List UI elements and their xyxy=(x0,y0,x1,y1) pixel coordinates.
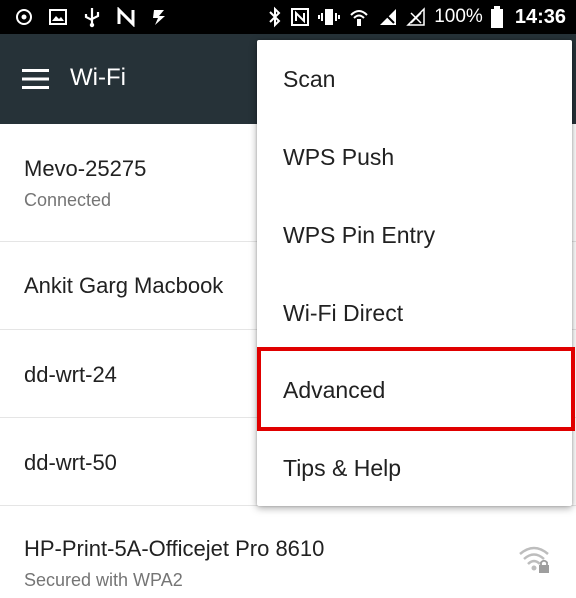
status-left-icons xyxy=(14,0,170,34)
status-right-icons: 100% 14:36 xyxy=(268,0,566,34)
hamburger-menu-icon[interactable] xyxy=(22,69,49,89)
signal-icon xyxy=(380,9,397,25)
network-name: dd-wrt-50 xyxy=(24,450,117,475)
hotspot-icon xyxy=(350,10,368,26)
vibrate-icon xyxy=(318,9,341,25)
status-bar: 100% 14:36 xyxy=(0,0,576,34)
page-title: Wi-Fi xyxy=(70,64,126,91)
menu-item-tips-help[interactable]: Tips & Help xyxy=(257,429,572,507)
network-name: HP-Print-5A-Officejet Pro 8610 xyxy=(24,536,325,561)
battery-percent: 100% xyxy=(434,6,483,27)
menu-item-wifi-direct[interactable]: Wi-Fi Direct xyxy=(257,274,572,352)
menu-item-scan[interactable]: Scan xyxy=(257,40,572,118)
overflow-menu: Scan WPS Push WPS Pin Entry Wi-Fi Direct… xyxy=(257,40,572,506)
bluetooth-icon xyxy=(269,6,281,28)
image-icon xyxy=(49,9,67,25)
wifi-network-item[interactable]: HP-Print-5A-Officejet Pro 8610 Secured w… xyxy=(0,506,576,598)
network-name: Ankit Garg Macbook xyxy=(24,273,224,298)
menu-item-wps-push[interactable]: WPS Push xyxy=(257,118,572,196)
menu-item-advanced[interactable]: Advanced xyxy=(257,351,572,429)
network-status: Connected xyxy=(24,190,112,210)
clock: 14:36 xyxy=(514,5,566,28)
network-status: Secured with WPA2 xyxy=(24,570,183,590)
usb-icon xyxy=(84,8,100,28)
nfc-icon xyxy=(291,8,310,26)
n-icon xyxy=(117,7,135,27)
wifi-lock-icon xyxy=(519,546,549,573)
flash-icon xyxy=(153,10,165,25)
network-name: Mevo-25275 xyxy=(24,156,147,181)
settings-icon xyxy=(16,9,32,25)
network-name: dd-wrt-24 xyxy=(24,362,117,387)
menu-item-wps-pin-entry[interactable]: WPS Pin Entry xyxy=(257,196,572,274)
battery-icon xyxy=(490,6,503,28)
no-signal-icon xyxy=(406,7,425,26)
